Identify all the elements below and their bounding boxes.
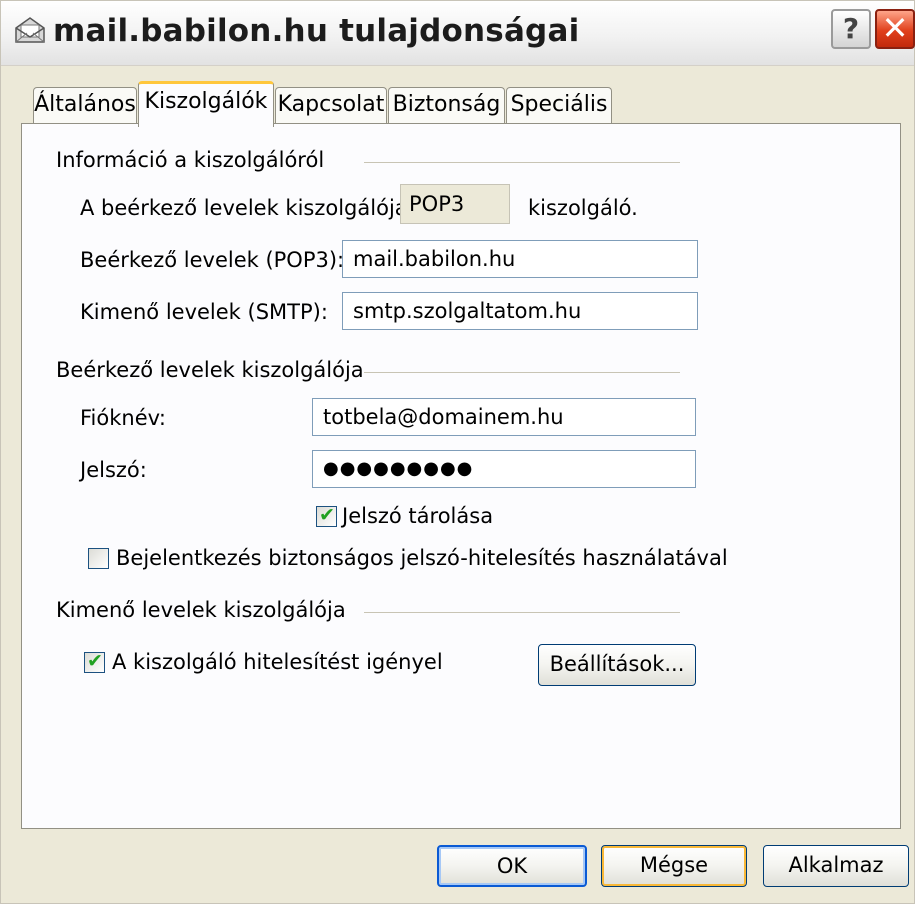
- auth-required-checkbox[interactable]: ✔: [84, 650, 105, 673]
- group-divider: [364, 162, 680, 163]
- checkmark-icon: ✔: [319, 504, 335, 526]
- incoming-server-type-suffix: kiszolgáló.: [528, 196, 638, 220]
- outgoing-mail-label: Kimenő levelek (SMTP):: [80, 300, 328, 324]
- properties-dialog: mail.babilon.hu tulajdonságai ? ✕ Általá…: [0, 0, 915, 904]
- remember-password-checkbox[interactable]: ✔: [316, 504, 337, 527]
- incoming-mail-label: Beérkező levelek (POP3):: [80, 248, 345, 272]
- help-button[interactable]: ?: [831, 9, 871, 49]
- auth-required-label[interactable]: A kiszolgáló hitelesítést igényel: [112, 650, 443, 674]
- server-info-group-title: Információ a kiszolgálóról: [56, 148, 325, 172]
- incoming-server-group-title: Beérkező levelek kiszolgálója: [56, 358, 364, 382]
- mail-account-icon: [15, 17, 45, 43]
- secure-password-auth-checkbox[interactable]: [88, 548, 109, 569]
- tab-security[interactable]: Biztonság: [388, 87, 505, 123]
- ok-button[interactable]: OK: [437, 845, 587, 887]
- password-input[interactable]: ●●●●●●●●●: [312, 450, 696, 488]
- password-label: Jelszó:: [80, 458, 147, 482]
- tab-general[interactable]: Általános: [33, 87, 137, 123]
- remember-password-label[interactable]: Jelszó tárolása: [342, 504, 493, 528]
- tab-connection[interactable]: Kapcsolat: [275, 87, 387, 123]
- cancel-button[interactable]: Mégse: [601, 845, 747, 887]
- incoming-server-type-field: POP3: [400, 184, 510, 224]
- title-bar[interactable]: mail.babilon.hu tulajdonságai ? ✕: [1, 1, 915, 66]
- account-name-label: Fióknév:: [80, 406, 166, 430]
- outgoing-mail-input[interactable]: smtp.szolgaltatom.hu: [342, 292, 698, 330]
- account-name-input[interactable]: totbela@domainem.hu: [312, 398, 696, 436]
- settings-button[interactable]: Beállítások...: [538, 644, 696, 686]
- secure-password-auth-label[interactable]: Bejelentkezés biztonságos jelszó-hiteles…: [116, 546, 728, 570]
- outgoing-server-group-title: Kimenő levelek kiszolgálója: [56, 598, 346, 622]
- servers-tab-panel: Információ a kiszolgálóról A beérkező le…: [21, 123, 901, 829]
- incoming-server-type-label: A beérkező levelek kiszolgálója: [80, 196, 408, 220]
- close-button[interactable]: ✕: [875, 9, 915, 49]
- group-divider: [364, 372, 680, 373]
- dialog-title: mail.babilon.hu tulajdonságai: [53, 13, 580, 49]
- checkmark-icon: ✔: [87, 650, 103, 672]
- group-divider: [364, 612, 680, 613]
- tab-advanced[interactable]: Speciális: [506, 87, 612, 123]
- incoming-mail-input[interactable]: mail.babilon.hu: [342, 240, 698, 278]
- tab-servers[interactable]: Kiszolgálók: [138, 81, 274, 127]
- apply-button[interactable]: Alkalmaz: [763, 845, 909, 887]
